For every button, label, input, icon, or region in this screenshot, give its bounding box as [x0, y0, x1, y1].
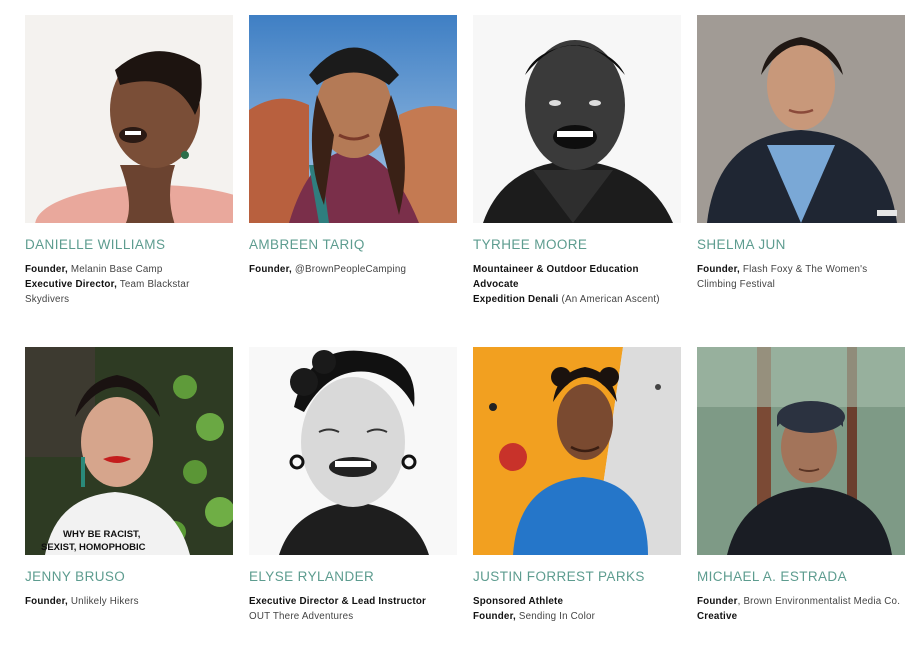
person-roles: Founder, Unlikely Hikers: [25, 596, 139, 607]
portrait-photo[interactable]: [249, 347, 457, 555]
person-card[interactable]: MICHAEL A. ESTRADA Founder, Brown Enviro…: [697, 347, 905, 624]
person-roles: Executive Director & Lead Instructor OUT…: [249, 596, 427, 622]
person-roles: Founder, Brown Environmentalist Media Co…: [697, 596, 901, 622]
person-name[interactable]: MICHAEL A. ESTRADA: [697, 569, 905, 584]
portrait-photo[interactable]: [473, 15, 681, 223]
person-roles: Sponsored Athlete Founder, Sending In Co…: [473, 596, 596, 622]
portrait-photo[interactable]: [25, 15, 233, 223]
person-card[interactable]: JUSTIN FORREST PARKS Sponsored Athlete F…: [473, 347, 681, 624]
svg-text:SEXIST, HOMOPHOBIC: SEXIST, HOMOPHOBIC: [41, 542, 146, 553]
person-name[interactable]: AMBREEN TARIQ: [249, 237, 457, 252]
person-card[interactable]: TYRHEE MOORE Mountaineer & Outdoor Educa…: [473, 15, 681, 307]
person-card[interactable]: AMBREEN TARIQ Founder, @BrownPeopleCampi…: [249, 15, 457, 277]
people-grid: DANIELLE WILLIAMS Founder, Melanin Base …: [0, 0, 923, 645]
person-name[interactable]: SHELMA JUN: [697, 237, 905, 252]
person-card[interactable]: DANIELLE WILLIAMS Founder, Melanin Base …: [25, 15, 233, 307]
person-roles: Mountaineer & Outdoor Education Advocate…: [473, 264, 660, 305]
person-card[interactable]: ELYSE RYLANDER Executive Director & Lead…: [249, 347, 457, 624]
portrait-photo[interactable]: [249, 15, 457, 223]
person-name[interactable]: JENNY BRUSO: [25, 569, 233, 584]
person-card[interactable]: WHY BE RACIST, SEXIST, HOMOPHOBIC JENNY …: [25, 347, 233, 609]
svg-text:WHY BE RACIST,: WHY BE RACIST,: [63, 529, 140, 540]
person-name[interactable]: DANIELLE WILLIAMS: [25, 237, 233, 252]
person-name[interactable]: ELYSE RYLANDER: [249, 569, 457, 584]
portrait-photo[interactable]: WHY BE RACIST, SEXIST, HOMOPHOBIC: [25, 347, 233, 555]
portrait-photo[interactable]: [473, 347, 681, 555]
person-name[interactable]: TYRHEE MOORE: [473, 237, 681, 252]
person-roles: Founder, Flash Foxy & The Women's Climbi…: [697, 264, 868, 290]
person-name[interactable]: JUSTIN FORREST PARKS: [473, 569, 681, 584]
portrait-photo[interactable]: [697, 15, 905, 223]
person-roles: Founder, Melanin Base Camp Executive Dir…: [25, 264, 190, 305]
person-roles: Founder, @BrownPeopleCamping: [249, 264, 407, 275]
person-card[interactable]: SHELMA JUN Founder, Flash Foxy & The Wom…: [697, 15, 905, 292]
portrait-photo[interactable]: [697, 347, 905, 555]
